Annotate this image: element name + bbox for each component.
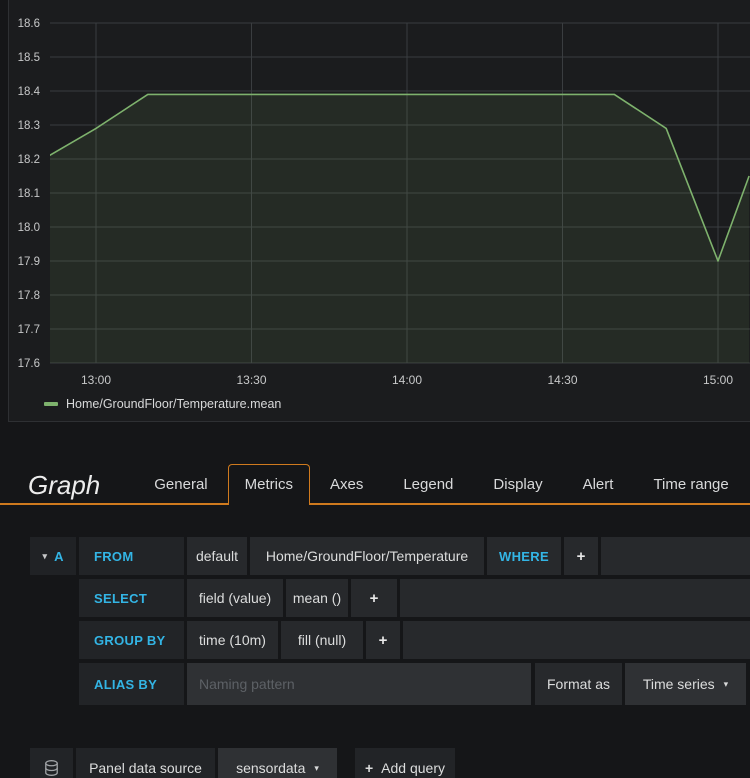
datasource-value: sensordata xyxy=(236,760,306,776)
row-indent xyxy=(30,579,79,617)
select-mean-part[interactable]: mean () xyxy=(286,579,348,617)
retention-policy-select[interactable]: default xyxy=(187,537,247,575)
alias-pattern-input[interactable] xyxy=(187,663,531,705)
svg-text:17.8: 17.8 xyxy=(18,290,40,302)
svg-text:18.6: 18.6 xyxy=(18,18,40,30)
panel-datasource-label: Panel data source xyxy=(76,748,215,778)
editor-tab-bar: Graph General Metrics Axes Legend Displa… xyxy=(0,464,750,505)
select-row-filler xyxy=(400,579,750,617)
svg-text:18.4: 18.4 xyxy=(18,86,41,98)
influxdb-query-editor: ▾ A FROM default Home/GroundFloor/Temper… xyxy=(30,537,750,709)
query-letter-toggle[interactable]: ▾ A xyxy=(30,537,76,575)
format-as-label: Format as xyxy=(535,663,622,705)
database-icon xyxy=(45,760,58,776)
query-letter: A xyxy=(54,548,64,564)
tab-metrics[interactable]: Metrics xyxy=(227,464,310,505)
svg-text:13:30: 13:30 xyxy=(236,373,266,387)
query-row-alias: ALIAS BY Format as Time series ▾ xyxy=(30,663,750,705)
where-keyword: WHERE xyxy=(487,537,561,575)
chevron-down-icon: ▾ xyxy=(314,762,319,773)
add-query-label: Add query xyxy=(381,760,445,776)
add-query-button[interactable]: + Add query xyxy=(355,748,455,778)
add-groupby-part-button[interactable]: + xyxy=(366,621,400,659)
from-row-filler xyxy=(601,537,750,575)
svg-text:18.1: 18.1 xyxy=(18,188,40,200)
legend-series-color-dash xyxy=(44,402,58,406)
collapse-caret-icon: ▾ xyxy=(42,550,48,561)
query-footer: Panel data source sensordata ▾ + Add que… xyxy=(30,748,458,778)
select-field-part[interactable]: field (value) xyxy=(187,579,283,617)
svg-text:14:30: 14:30 xyxy=(547,373,577,387)
format-as-dropdown[interactable]: Time series ▾ xyxy=(625,663,746,705)
svg-text:18.2: 18.2 xyxy=(18,154,40,166)
row-indent xyxy=(30,663,79,705)
svg-text:13:00: 13:00 xyxy=(81,373,111,387)
tab-alert[interactable]: Alert xyxy=(563,465,634,505)
svg-text:18.5: 18.5 xyxy=(18,52,40,64)
row-indent xyxy=(30,621,79,659)
grafana-panel-editor: 13:00 13:30 14:00 14:30 15:00 18.6 18.5 18.4 18.… xyxy=(0,0,750,778)
svg-text:17.7: 17.7 xyxy=(18,324,40,336)
query-row-groupby: GROUP BY time (10m) fill (null) + xyxy=(30,621,750,659)
temperature-time-series-chart: 13:00 13:30 14:00 14:30 15:00 18.6 18.5 18.4 18.… xyxy=(0,0,750,422)
datasource-dropdown[interactable]: sensordata ▾ xyxy=(218,748,337,778)
plus-icon: + xyxy=(364,760,374,776)
svg-text:14:00: 14:00 xyxy=(392,373,422,387)
panel-type-title: Graph xyxy=(28,470,101,500)
measurement-select[interactable]: Home/GroundFloor/Temperature xyxy=(250,537,484,575)
query-row-select: SELECT field (value) mean () + xyxy=(30,579,750,617)
tab-axes[interactable]: Axes xyxy=(310,465,383,505)
groupby-fill-part[interactable]: fill (null) xyxy=(281,621,363,659)
tab-general[interactable]: General xyxy=(134,465,227,505)
groupby-time-part[interactable]: time (10m) xyxy=(187,621,278,659)
svg-text:15:00: 15:00 xyxy=(703,373,733,387)
chart-legend[interactable]: Home/GroundFloor/Temperature.mean xyxy=(44,397,281,411)
tab-time-range[interactable]: Time range xyxy=(633,465,748,505)
svg-text:17.9: 17.9 xyxy=(18,256,40,268)
tab-display[interactable]: Display xyxy=(473,465,562,505)
datasource-icon-cell xyxy=(30,748,73,778)
svg-text:17.6: 17.6 xyxy=(18,358,40,370)
groupby-row-filler xyxy=(403,621,750,659)
legend-series-name[interactable]: Home/GroundFloor/Temperature.mean xyxy=(66,397,281,411)
add-where-condition-button[interactable]: + xyxy=(564,537,598,575)
tab-legend[interactable]: Legend xyxy=(383,465,473,505)
add-select-part-button[interactable]: + xyxy=(351,579,397,617)
from-keyword: FROM xyxy=(79,537,184,575)
chevron-down-icon: ▾ xyxy=(723,678,729,689)
query-row-from: ▾ A FROM default Home/GroundFloor/Temper… xyxy=(30,537,750,575)
aliasby-keyword: ALIAS BY xyxy=(79,663,184,705)
groupby-keyword: GROUP BY xyxy=(79,621,184,659)
select-keyword: SELECT xyxy=(79,579,184,617)
format-as-value: Time series xyxy=(642,676,715,692)
svg-text:18.0: 18.0 xyxy=(18,222,40,234)
svg-text:18.3: 18.3 xyxy=(18,120,40,132)
